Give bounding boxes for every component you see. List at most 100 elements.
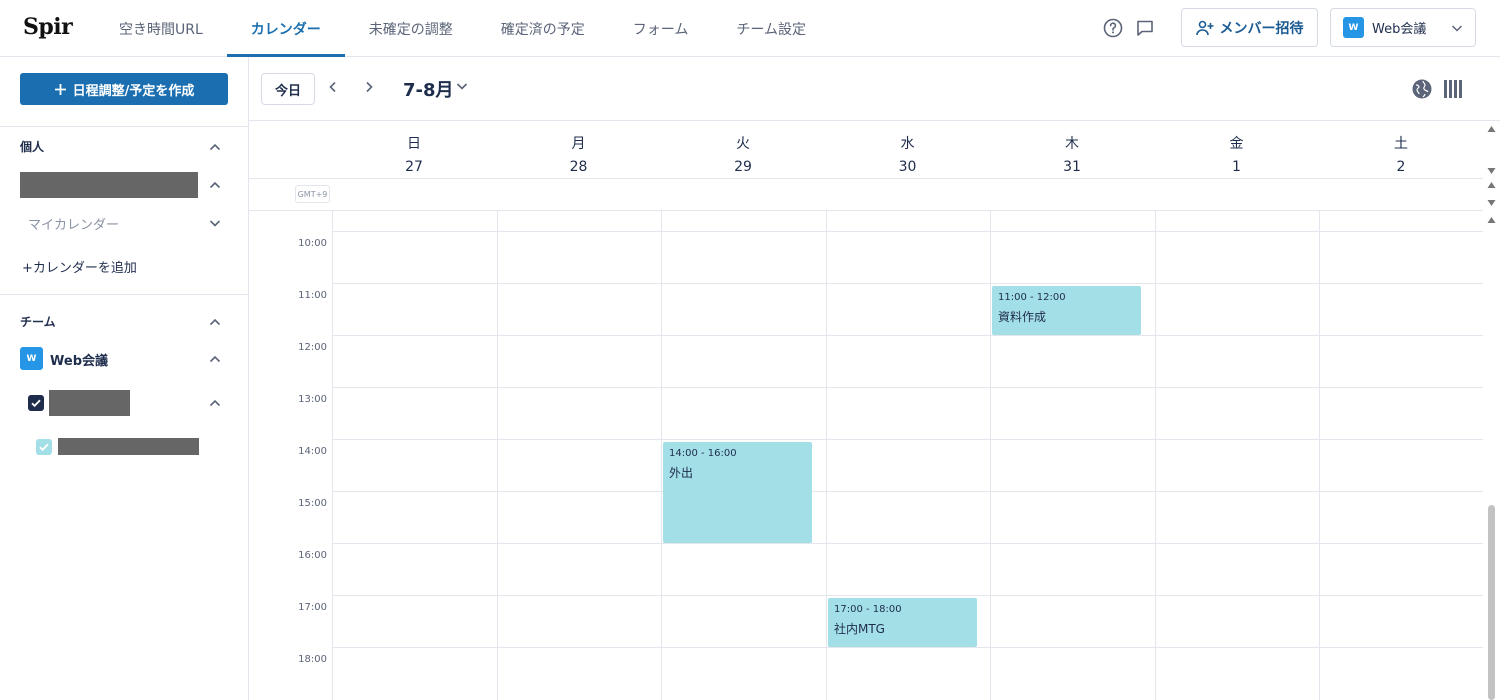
- day-date: 27: [405, 159, 423, 175]
- event-title: 外出: [669, 466, 694, 480]
- calendar-event[interactable]: 11:00 - 12:00 資料作成: [992, 286, 1141, 335]
- day-date: 31: [1063, 159, 1081, 175]
- calendar-toolbar: 今日 7-8月: [249, 57, 1500, 121]
- scroll-down-icon[interactable]: [1487, 199, 1496, 207]
- tab-label: フォーム: [632, 21, 689, 38]
- time-label: 18:00: [298, 654, 327, 665]
- day-column-header[interactable]: 金1: [1155, 133, 1319, 175]
- day-date: 2: [1396, 159, 1406, 175]
- member-checkbox[interactable]: [28, 395, 44, 411]
- today-button[interactable]: 今日: [261, 73, 315, 105]
- tab-team-settings[interactable]: チーム設定: [712, 0, 830, 57]
- main-nav-tabs: 空き時間URL カレンダー 未確定の調整 確定済の予定 フォーム チーム設定: [95, 0, 830, 57]
- day-of-week: 土: [1394, 136, 1408, 152]
- chevron-down-icon[interactable]: [455, 79, 469, 93]
- day-date: 30: [898, 159, 917, 175]
- day-column-header[interactable]: 水 30: [826, 133, 990, 175]
- help-icon[interactable]: [1103, 18, 1123, 38]
- tab-forms[interactable]: フォーム: [609, 0, 713, 57]
- hour-gridline: [332, 439, 1483, 440]
- sidebar: 日程調整/予定を作成 個人 マイカレンダー +カレンダーを追加 チーム W We…: [0, 57, 249, 700]
- scroll-up-icon[interactable]: [1487, 216, 1496, 224]
- app-logo[interactable]: Spir: [23, 14, 73, 40]
- time-grid[interactable]: 10:00 11:00 12:00 13:00 14:00 15:00 16:00 17:00…: [249, 211, 1483, 700]
- vertical-scrollbar[interactable]: [1483, 121, 1500, 700]
- event-time: 14:00 - 16:00: [669, 448, 737, 459]
- day-column-header[interactable]: 日 27: [332, 133, 496, 175]
- day-of-week: 月: [571, 136, 586, 152]
- feedback-chat-icon[interactable]: [1135, 18, 1155, 38]
- all-day-row: GMT+9: [249, 179, 1483, 211]
- timezone-badge[interactable]: GMT+9: [295, 185, 330, 203]
- scroll-down-icon[interactable]: [1487, 167, 1496, 175]
- team-section-label: チーム: [20, 315, 56, 329]
- time-label: 17:00: [298, 602, 327, 613]
- invite-member-label: メンバー招待: [1219, 20, 1304, 37]
- hour-gridline: [332, 283, 1483, 284]
- day-column-divider: [826, 211, 827, 700]
- team-name: Web会議: [1372, 22, 1427, 37]
- checkmark-icon: [31, 399, 41, 408]
- week-view-icon[interactable]: [1443, 79, 1465, 99]
- day-column-header[interactable]: 火 29: [661, 133, 825, 175]
- calendar-event[interactable]: 17:00 - 18:00 社内MTG: [828, 598, 977, 647]
- tab-pending-adjustments[interactable]: 未確定の調整: [345, 0, 477, 57]
- day-column-header[interactable]: 土2: [1319, 133, 1483, 175]
- chevron-right-icon[interactable]: [362, 80, 376, 94]
- plus-icon: [54, 83, 66, 95]
- sidebar-divider: [0, 126, 248, 127]
- day-column-divider: [661, 211, 662, 700]
- sidebar-divider: [0, 294, 248, 295]
- scrollbar-thumb[interactable]: [1488, 505, 1495, 700]
- day-column-header[interactable]: 月 28: [497, 133, 661, 175]
- checkmark-icon: [39, 443, 49, 452]
- tab-label: カレンダー: [250, 21, 321, 38]
- scroll-up-icon[interactable]: [1487, 181, 1496, 189]
- top-navigation-bar: Spir 空き時間URL カレンダー 未確定の調整 確定済の予定 フォーム チー…: [0, 0, 1500, 57]
- create-schedule-label: 日程調整/予定を作成: [72, 83, 195, 99]
- chevron-up-icon[interactable]: [208, 352, 222, 366]
- chevron-up-icon[interactable]: [208, 178, 222, 192]
- tab-free-time-url[interactable]: 空き時間URL: [95, 0, 227, 57]
- invite-member-button[interactable]: メンバー招待: [1181, 8, 1318, 47]
- chevron-up-icon[interactable]: [208, 315, 222, 329]
- scroll-up-icon[interactable]: [1487, 125, 1496, 133]
- redacted-member-name: [49, 390, 130, 416]
- chevron-left-icon[interactable]: [326, 80, 340, 94]
- tab-label: 未確定の調整: [368, 21, 453, 38]
- team-avatar: W: [20, 347, 43, 370]
- chevron-down-icon[interactable]: [208, 216, 222, 230]
- add-calendar-link[interactable]: +カレンダーを追加: [22, 257, 137, 276]
- event-time: 17:00 - 18:00: [834, 604, 902, 615]
- team-name[interactable]: Web会議: [50, 350, 108, 369]
- day-column-divider: [332, 211, 333, 700]
- tab-label: 空き時間URL: [119, 21, 203, 38]
- globe-icon[interactable]: [1411, 78, 1433, 100]
- day-of-week: 火: [736, 136, 750, 152]
- day-date: 1: [1232, 159, 1241, 175]
- day-column-header[interactable]: 木 31: [990, 133, 1154, 175]
- hour-gridline: [332, 335, 1483, 336]
- chevron-up-icon[interactable]: [208, 140, 222, 154]
- hour-gridline: [332, 231, 1483, 232]
- hour-gridline: [332, 595, 1483, 596]
- hour-gridline: [332, 387, 1483, 388]
- calendar-checkbox[interactable]: [36, 439, 52, 455]
- current-month-label[interactable]: 7-8月: [403, 76, 454, 102]
- day-of-week: 木: [1065, 136, 1079, 152]
- tab-confirmed-events[interactable]: 確定済の予定: [477, 0, 609, 57]
- my-calendar-label[interactable]: マイカレンダー: [28, 214, 119, 233]
- time-label: 13:00: [298, 394, 327, 405]
- tab-calendar[interactable]: カレンダー: [226, 0, 345, 57]
- time-label: 14:00: [298, 446, 327, 457]
- day-date: 28: [569, 159, 588, 175]
- calendar-event[interactable]: 14:00 - 16:00 外出: [663, 442, 812, 543]
- create-schedule-button[interactable]: 日程調整/予定を作成: [20, 73, 228, 105]
- redacted-account-name: [20, 172, 198, 198]
- event-title: 資料作成: [998, 310, 1047, 324]
- team-switcher-dropdown[interactable]: W Web会議: [1330, 8, 1476, 47]
- day-column-divider: [1319, 211, 1320, 700]
- chevron-up-icon[interactable]: [208, 396, 222, 410]
- event-time: 11:00 - 12:00: [998, 292, 1066, 303]
- time-label: 15:00: [298, 498, 327, 509]
